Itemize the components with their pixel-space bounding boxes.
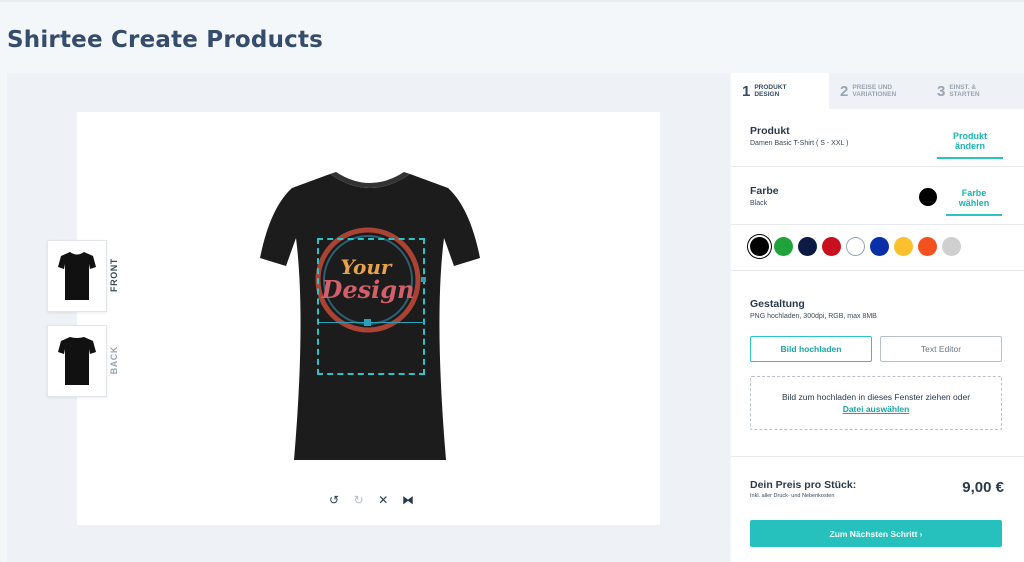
current-color-name: Black [750,200,768,207]
color-swatch[interactable] [918,237,937,256]
upload-image-button[interactable]: Bild hochladen [750,336,872,362]
color-swatch[interactable] [774,237,793,256]
color-swatch[interactable] [870,237,889,256]
tab-produkt-design[interactable]: 1 PRODUKT DESIGN [731,73,829,109]
undo-icon[interactable]: ↺ [326,492,342,508]
canvas-toolbar: ↺ ↻ ✕ ⧓ [326,492,416,508]
resize-handle[interactable] [421,277,426,282]
tshirt-back-thumb-icon [58,337,96,385]
center-handle[interactable] [364,319,371,326]
upload-dropzone[interactable]: Bild zum hochladen in dieses Fenster zie… [750,376,1002,430]
current-color-swatch [919,188,937,206]
product-title: Produkt [750,125,790,137]
color-swatch[interactable] [822,237,841,256]
front-view-thumbnail[interactable] [47,240,107,312]
tab-number: 2 [840,82,849,100]
choose-color-button[interactable]: Farbe wählen [946,188,1002,216]
tab-preise-variationen[interactable]: 2 PREISE UND VARIATIONEN [829,73,926,109]
color-swatch[interactable] [894,237,913,256]
redo-icon[interactable]: ↻ [351,492,367,508]
price-title: Dein Preis pro Stück: [750,479,857,491]
tab-label: PRODUKT DESIGN [754,83,787,99]
color-swatch[interactable] [942,237,961,256]
price-note: Inkl. aller Druck- und Nebenkosten [750,493,835,499]
tab-einst-starten[interactable]: 3 EINST. & STARTEN [926,73,1024,109]
front-view-label[interactable]: FRONT [109,258,123,292]
text-editor-button[interactable]: Text Editor [880,336,1002,362]
tab-number: 3 [937,82,946,100]
divider [731,166,1024,167]
tshirt-front-thumb-icon [58,252,96,300]
back-view-label[interactable]: BACK [109,346,123,374]
change-product-button[interactable]: Produkt ändern [937,131,1003,159]
color-swatch[interactable] [846,237,865,256]
center-guide-line [319,322,425,323]
tab-label: EINST. & STARTEN [949,83,980,99]
product-name: Damen Basic T-Shirt ( S - XXL ) [750,140,849,147]
divider [731,270,1024,271]
dropzone-text: Bild zum hochladen in dieses Fenster zie… [781,392,971,402]
divider [731,456,1024,457]
back-view-thumbnail[interactable] [47,325,107,397]
divider [731,224,1024,225]
color-swatch[interactable] [798,237,817,256]
price-value: 9,00 € [962,479,1004,496]
print-area-selection[interactable] [317,238,425,375]
tab-number: 1 [742,82,751,100]
settings-panel: 1 PRODUKT DESIGN 2 PREISE UND VARIATIONEN … [731,73,1024,562]
top-border [0,0,1024,2]
flip-icon[interactable]: ⧓ [400,492,416,508]
step-tabs: 1 PRODUKT DESIGN 2 PREISE UND VARIATIONEN … [731,73,1024,109]
color-swatch[interactable] [750,237,769,256]
tab-label: PREISE UND VARIATIONEN [852,83,897,99]
gestaltung-title: Gestaltung [750,298,805,310]
color-swatches [750,237,961,256]
upload-requirements: PNG hochladen, 300dpi, RGB, max 8MB [750,313,877,320]
select-file-link[interactable]: Datei auswählen [751,403,1001,415]
color-title: Farbe [750,185,779,197]
delete-icon[interactable]: ✕ [375,492,391,508]
next-step-button[interactable]: Zum Nächsten Schritt › [750,520,1002,547]
page-title: Shirtee Create Products [7,27,324,53]
